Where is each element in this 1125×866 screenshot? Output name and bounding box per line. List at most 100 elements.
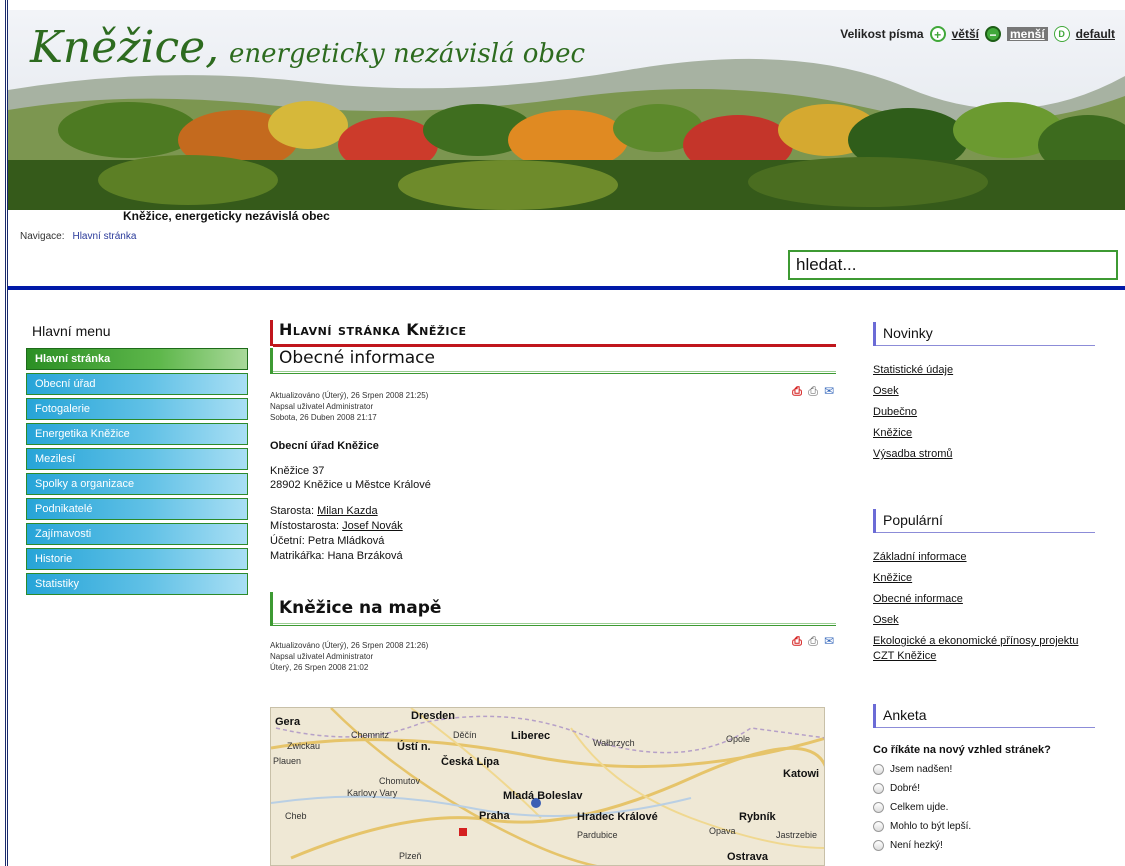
map-label: Katowi [783,768,820,780]
menu-item-statistics[interactable]: Statistiky [26,573,248,595]
poll-option[interactable]: Mohlo to být lepší. [873,821,1095,832]
print-icon[interactable]: ⎙ [806,634,820,648]
map-article-meta: Aktualizováno (Úterý), 26 Srpen 2008 21:… [270,634,836,673]
meta-date: Sobota, 26 Duben 2008 21:17 [270,413,377,422]
article-title-underline [273,371,836,374]
page-title: Hlavní stránka Kněžice [270,320,836,347]
font-default-link[interactable]: default [1076,27,1115,41]
poll-question: Co říkáte na nový vzhled stránek? [873,744,1051,756]
map-label: Mladá Boleslav [503,790,583,802]
deputy-row: Místostarosta: Josef Novák [270,519,836,534]
map-label: Ústí n. [397,741,431,753]
default-icon[interactable]: D [1053,26,1070,42]
minus-icon[interactable]: − [984,26,1001,42]
article-title: Obecné informace [270,348,836,374]
poll-option-label: Celkem ujde. [890,802,949,813]
news-heading: Novinky [873,322,1095,346]
breadcrumb-label: Navigace: [20,231,65,242]
menu-item-energy[interactable]: Energetika Kněžice [26,423,248,445]
poll-option[interactable]: Dobré! [873,783,1095,794]
news-link[interactable]: Kněžice [873,423,1095,444]
news-link[interactable]: Osek [873,381,1095,402]
map-article-actions: ⎙ ⎙ ✉ [790,634,836,648]
email-icon[interactable]: ✉ [822,384,836,398]
pdf-icon[interactable]: ⎙ [790,634,804,648]
news-underline [876,345,1095,346]
popular-heading-text: Populární [883,512,943,528]
popular-list: Základní informace Kněžice Obecné inform… [873,547,1095,664]
mayor-label: Starosta: [270,505,315,517]
region-map[interactable]: Dresden Gera Chemnitz Zwickau Ústí n. Dě… [270,707,825,866]
deputy-label: Místostarosta: [270,520,340,532]
news-link[interactable]: Statistické údaje [873,360,1095,381]
poll-option-label: Není hezký! [890,840,943,851]
meta-author: Napsal uživatel Administrator [270,402,374,411]
map-label: Jastrzebie [776,830,818,840]
radio-button[interactable] [873,802,884,813]
menu-item-sights[interactable]: Zajímavosti [26,523,248,545]
address-line-1: Kněžice 37 [270,465,325,477]
menu-item-business[interactable]: Podnikatelé [26,498,248,520]
site-title-main: Kněžice, [30,22,220,73]
popular-link[interactable]: Ekologické a ekonomické přínosy projektu… [873,634,1095,664]
poll-option-label: Jsem nadšen! [890,764,953,775]
news-link[interactable]: Dubečno [873,402,1095,423]
site-subtitle: Kněžice, energeticky nezávislá obec [123,209,330,223]
poll-heading: Anketa [873,704,1095,728]
main-menu: Hlavní stránka Obecní úřad Fotogalerie E… [26,348,248,598]
news-link[interactable]: Výsadba stromů [873,444,1095,465]
page-title-text: Hlavní stránka Kněžice [279,320,467,339]
poll-option[interactable]: Celkem ujde. [873,802,1095,813]
poll-option[interactable]: Není hezký! [873,840,1095,851]
address-line-2: 28902 Kněžice u Městce Králové [270,479,431,491]
meta-updated: Aktualizováno (Úterý), 26 Srpen 2008 21:… [270,391,429,400]
breadcrumb-home-link[interactable]: Hlavní stránka [72,231,136,242]
search-input[interactable]: hledat... [788,250,1118,280]
map-label: Plauen [273,756,302,766]
email-icon[interactable]: ✉ [822,634,836,648]
font-size-label: Velikost písma [840,27,924,41]
site-title[interactable]: Kněžice, energeticky nezávislá obec [30,22,585,73]
menu-item-home[interactable]: Hlavní stránka [26,348,248,370]
menu-item-clubs[interactable]: Spolky a organizace [26,473,248,495]
map-meta-date: Úterý, 26 Srpen 2008 21:02 [270,663,369,672]
menu-item-gallery[interactable]: Fotogalerie [26,398,248,420]
map-meta-author: Napsal uživatel Administrator [270,652,374,661]
popular-link[interactable]: Obecné informace [873,589,1095,610]
font-bigger-link[interactable]: větší [952,27,979,41]
popular-link[interactable]: Základní informace [873,547,1095,568]
print-icon[interactable]: ⎙ [806,384,820,398]
map-label: Chemnitz [351,730,390,740]
map-label: Česká Lípa [441,756,500,768]
registrar-row: Matrikářka: Hana Brzáková [270,550,403,562]
menu-item-mezilesi[interactable]: Mezilesí [26,448,248,470]
office-address: Kněžice 37 28902 Kněžice u Městce Králov… [270,464,836,492]
pdf-icon[interactable]: ⎙ [790,384,804,398]
map-label: Ostrava [727,851,768,863]
radio-button[interactable] [873,783,884,794]
radio-button[interactable] [873,821,884,832]
map-article-title-text: Kněžice na mapě [279,598,442,618]
plus-icon[interactable]: + [929,26,946,42]
office-heading: Obecní úřad Kněžice [270,440,379,452]
poll-option[interactable]: Jsem nadšen! [873,764,1095,775]
deputy-link[interactable]: Josef Novák [342,520,403,532]
menu-item-office[interactable]: Obecní úřad [26,373,248,395]
radio-button[interactable] [873,840,884,851]
popular-link[interactable]: Osek [873,610,1095,631]
font-smaller-link[interactable]: menší [1006,27,1048,41]
menu-item-history[interactable]: Historie [26,548,248,570]
map-label: Liberec [511,730,551,742]
popular-link[interactable]: Kněžice [873,568,1095,589]
news-list: Statistické údaje Osek Dubečno Kněžice V… [873,360,1095,465]
mayor-link[interactable]: Milan Kazda [317,505,378,517]
main-content: Hlavní stránka Kněžice Obecné informace … [270,320,836,673]
article-actions: ⎙ ⎙ ✉ [790,384,836,398]
map-label: Opole [726,734,751,744]
radio-button[interactable] [873,764,884,775]
poll-option-label: Mohlo to být lepší. [890,821,972,832]
map-label: Pardubice [577,830,618,840]
map-label: Hradec Králové [577,811,658,823]
header-banner: Kněžice, energeticky nezávislá obec Veli… [8,10,1125,210]
popular-heading: Populární [873,509,1095,533]
